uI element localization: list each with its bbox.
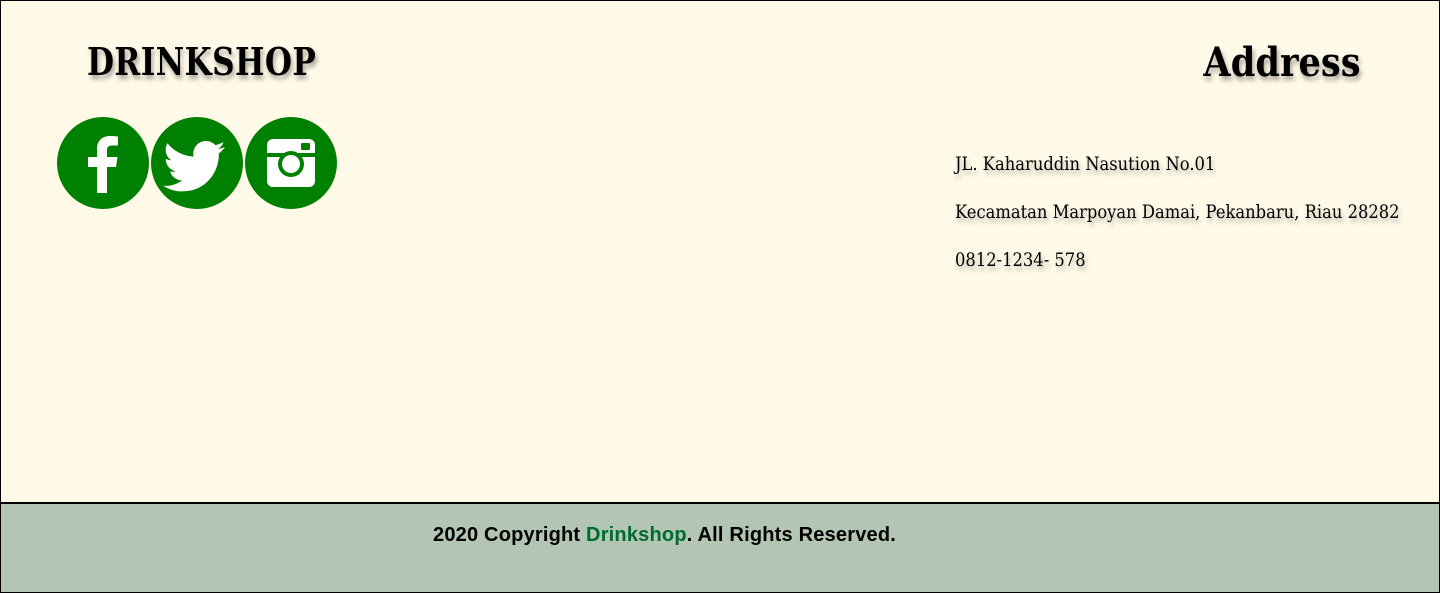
- brand-title: DRINKSHOP: [87, 39, 317, 84]
- copyright-bar: 2020 Copyright Drinkshop. All Rights Res…: [0, 504, 1440, 593]
- page: DRINKSHOP Address JL. Kaharuddin Nasutio…: [0, 0, 1440, 593]
- instagram-link[interactable]: [245, 117, 337, 209]
- facebook-icon: [88, 136, 118, 193]
- address-title: Address: [1203, 39, 1361, 86]
- social-links: [57, 117, 337, 211]
- address-phone: 0812-1234- 578: [955, 249, 1086, 271]
- copyright-suffix: . All Rights Reserved.: [686, 524, 897, 546]
- twitter-link[interactable]: [151, 117, 243, 209]
- facebook-link[interactable]: [57, 117, 149, 209]
- footer-main: DRINKSHOP Address JL. Kaharuddin Nasutio…: [0, 0, 1440, 504]
- twitter-icon: [163, 141, 225, 192]
- copyright-text: 2020 Copyright Drinkshop. All Rights Res…: [433, 524, 896, 547]
- address-block: JL. Kaharuddin Nasution No.01 Kecamatan …: [955, 151, 1435, 295]
- copyright-brand-link[interactable]: Drinkshop: [586, 524, 687, 546]
- copyright-prefix: 2020 Copyright: [433, 524, 587, 546]
- instagram-icon: [267, 139, 315, 187]
- address-street: JL. Kaharuddin Nasution No.01: [955, 153, 1216, 175]
- address-district: Kecamatan Marpoyan Damai, Pekanbaru, Ria…: [955, 201, 1400, 223]
